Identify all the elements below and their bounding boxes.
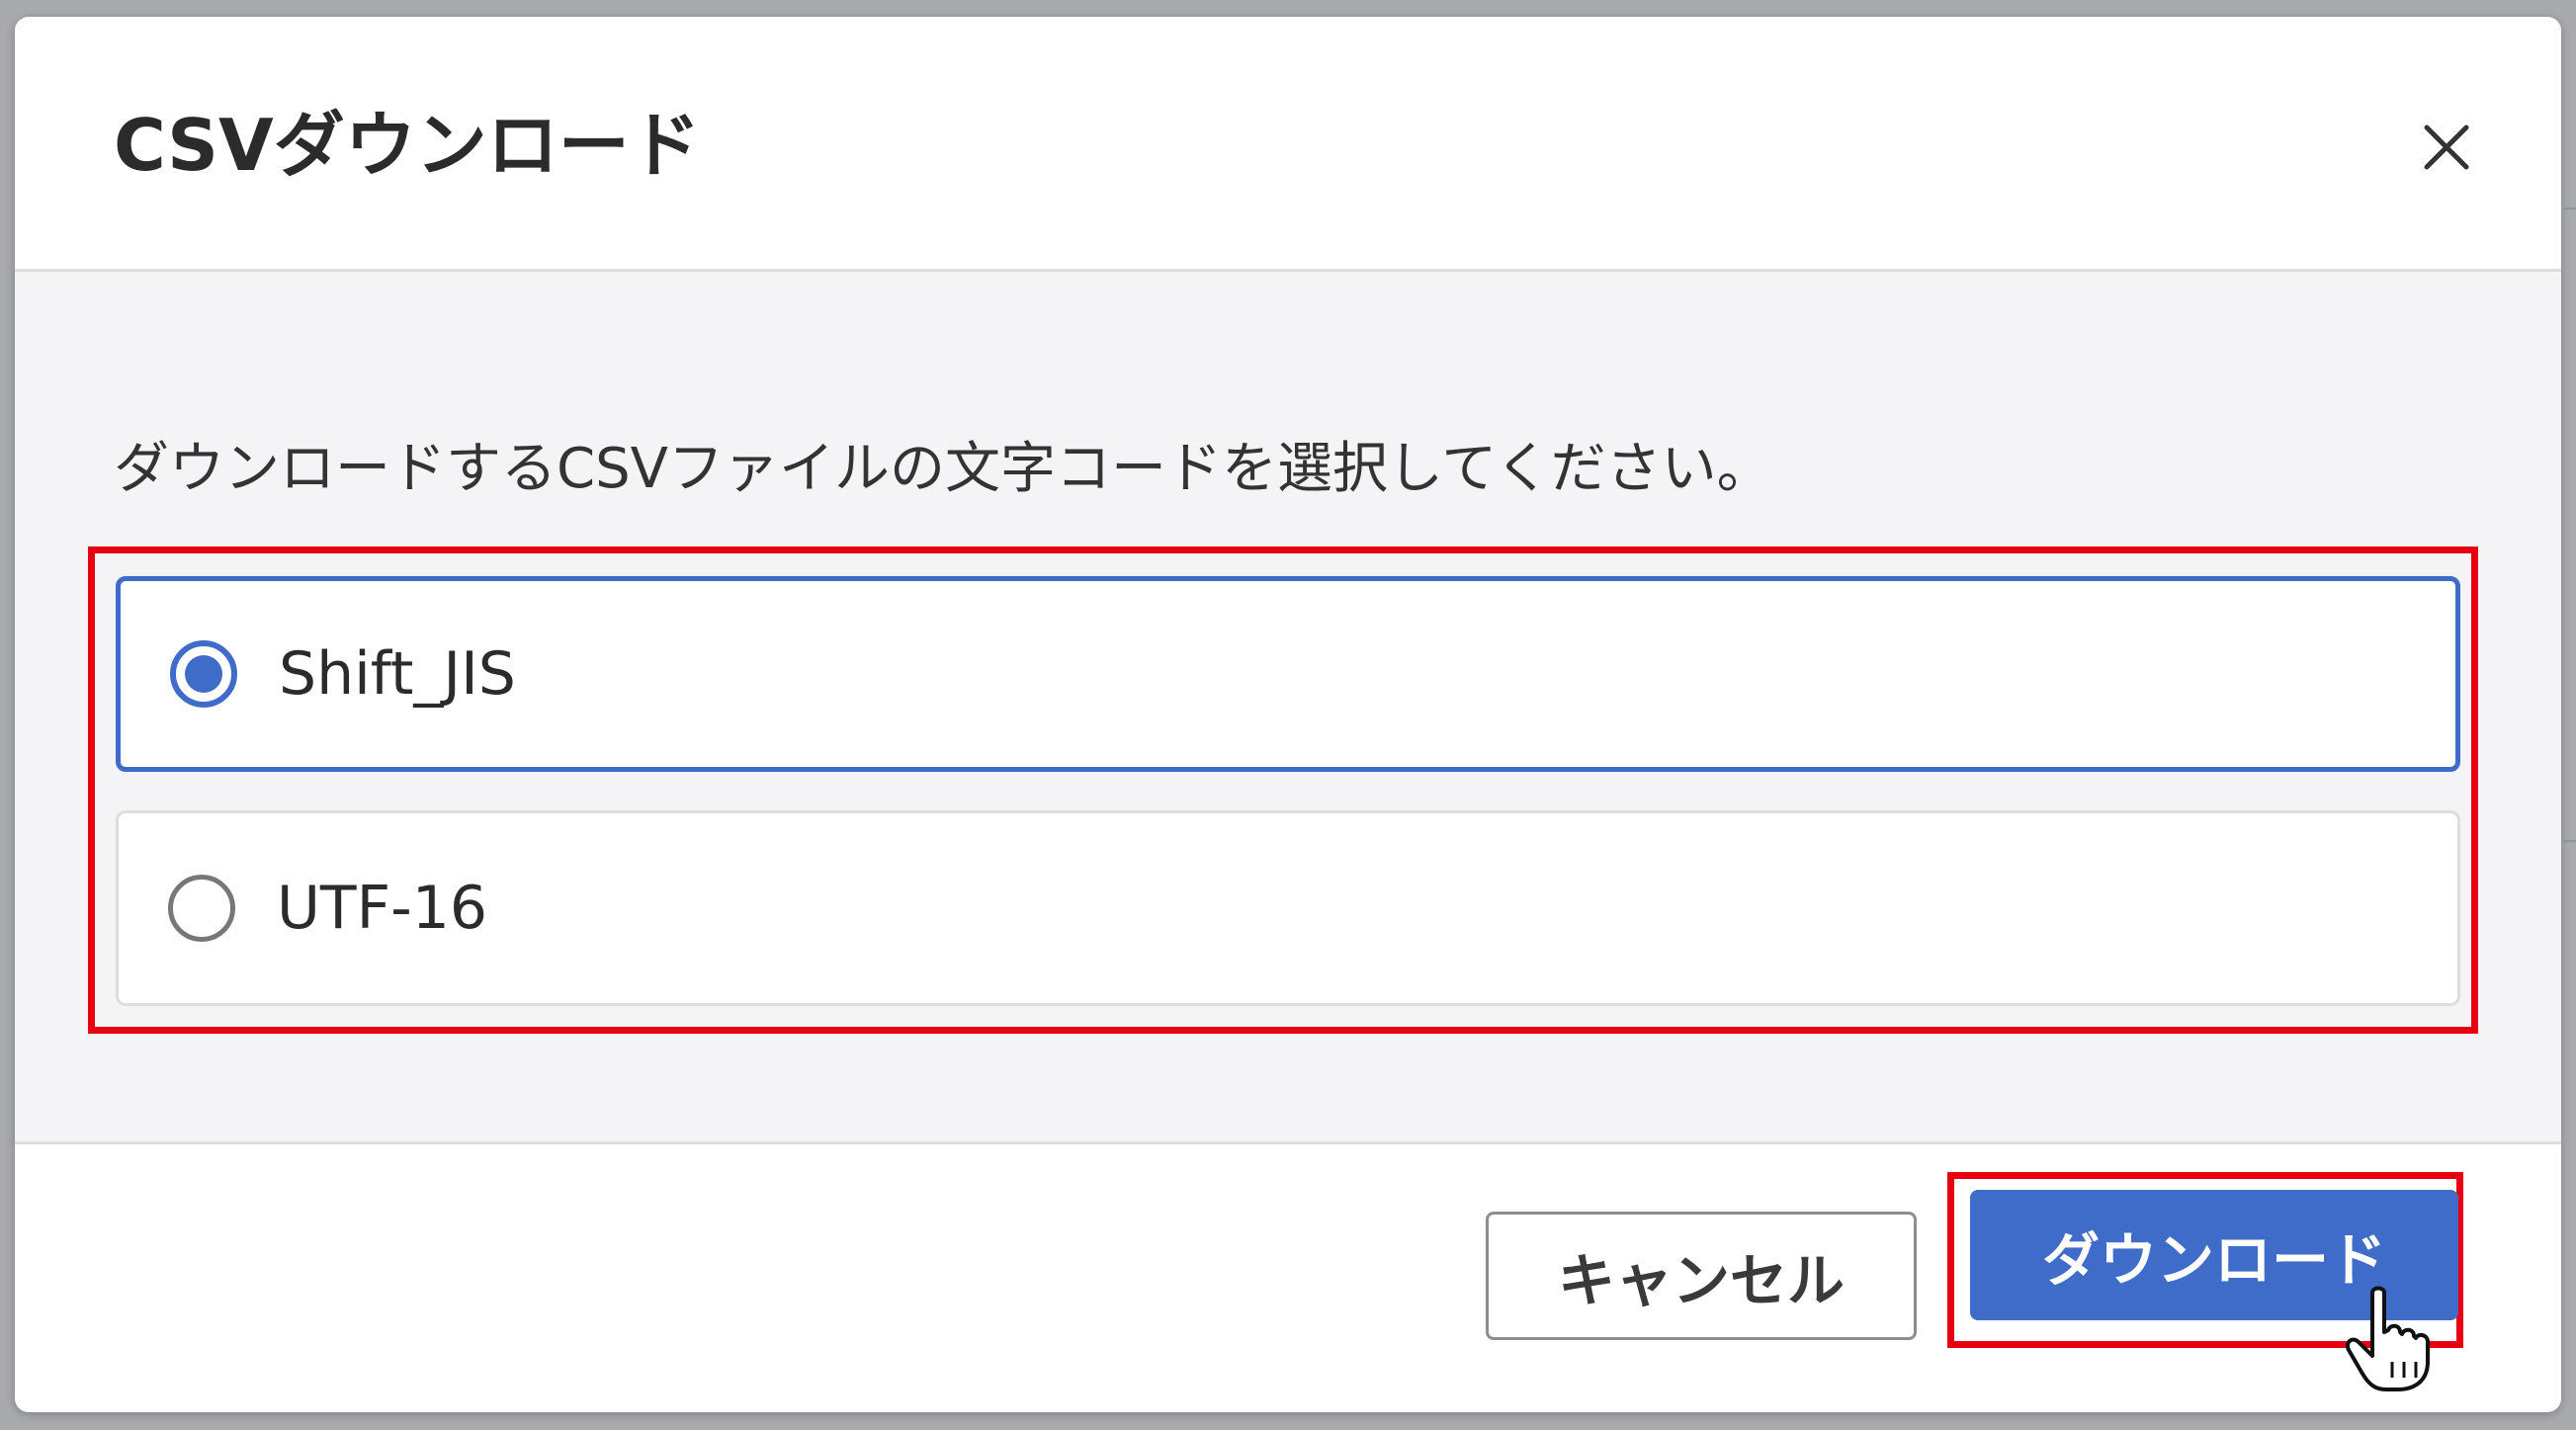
background-divider	[2564, 840, 2576, 842]
instruction-text: ダウンロードするCSVファイルの文字コードを選択してください。	[114, 437, 1772, 501]
option-shift-jis[interactable]: Shift_JIS	[116, 576, 2460, 772]
hand-pointer-icon	[2343, 1285, 2432, 1393]
option-label: UTF-16	[277, 874, 488, 943]
option-utf-16[interactable]: UTF-16	[116, 810, 2460, 1006]
dialog-title: CSVダウンロード	[114, 104, 701, 187]
close-button[interactable]	[2407, 108, 2486, 187]
csv-download-dialog: CSVダウンロード ダウンロードするCSVファイルの文字コードを選択してください…	[15, 17, 2561, 1412]
background-divider	[2564, 208, 2576, 210]
close-icon	[2424, 125, 2469, 170]
dialog-body: ダウンロードするCSVファイルの文字コードを選択してください。 Shift_JI…	[15, 272, 2561, 1161]
radio-unchecked-icon[interactable]	[168, 875, 235, 942]
option-label: Shift_JIS	[279, 639, 516, 709]
dialog-header: CSVダウンロード	[15, 17, 2561, 272]
dialog-footer: キャンセル ダウンロード	[15, 1141, 2561, 1412]
radio-checked-icon[interactable]	[170, 640, 237, 708]
cancel-button[interactable]: キャンセル	[1486, 1212, 1917, 1340]
